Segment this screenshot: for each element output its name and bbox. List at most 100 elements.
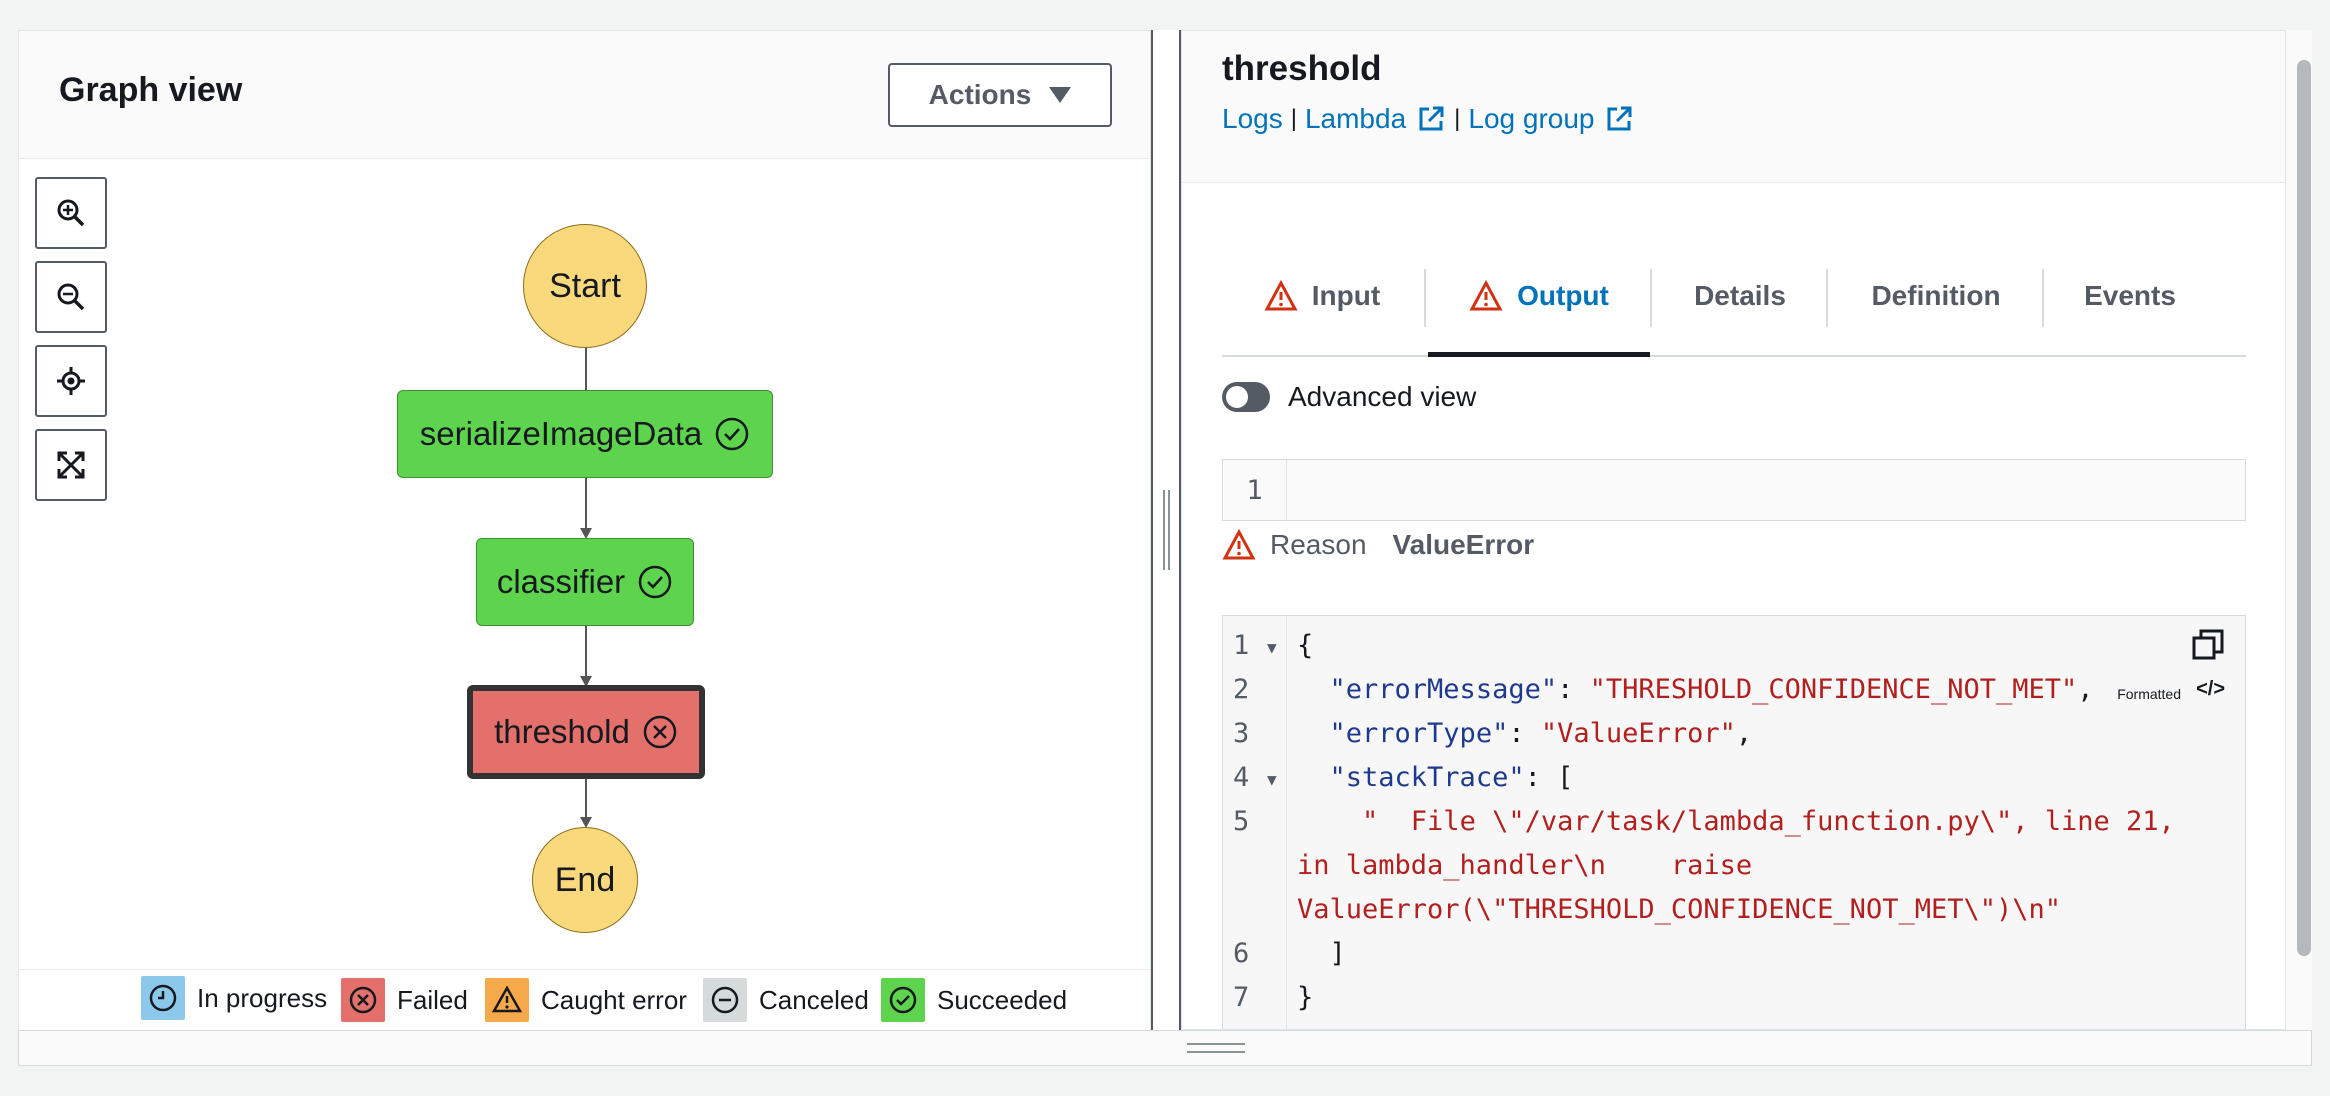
tab-input[interactable]: Input: [1222, 237, 1422, 355]
node-end-label: End: [554, 860, 616, 899]
json-punct: ,: [2077, 674, 2094, 705]
fold-toggle-icon[interactable]: ▼: [1267, 770, 1277, 789]
json-punct: :: [1508, 718, 1541, 749]
node-start-label: Start: [549, 266, 621, 305]
tab-output[interactable]: Output: [1428, 237, 1650, 357]
error-cause-editor[interactable]: 1 ▼ 2 3 4 ▼ 5 6 7 { "errorMessage": "THR…: [1222, 615, 2246, 1029]
code-line: ]: [1297, 938, 1346, 969]
legend-caught-error-label: Caught error: [541, 984, 687, 1015]
caret-down-icon: [1049, 87, 1072, 103]
node-threshold-label: threshold: [494, 713, 630, 750]
json-punct: :: [1557, 674, 1590, 705]
tab-details-label: Details: [1694, 280, 1786, 311]
log-group-link[interactable]: Log group: [1468, 103, 1634, 135]
line-number: 1: [1223, 460, 1287, 520]
state-detail-panel: threshold Logs | Lambda | Log group Inpu…: [1181, 30, 2286, 1030]
line-number: 3: [1233, 718, 1250, 749]
zoom-in-icon: [57, 199, 85, 227]
check-circle-icon: [638, 565, 672, 599]
json-string: "THRESHOLD_CONFIDENCE_NOT_MET": [1589, 674, 2078, 705]
warning-icon: [1264, 280, 1298, 311]
reason-value: ValueError: [1392, 529, 1535, 560]
line-number: 2: [1233, 674, 1250, 705]
graph-header: Graph view Actions: [19, 31, 1150, 159]
node-serialize-image-data[interactable]: serializeImageData: [397, 390, 773, 478]
json-string: " File \"/var/task/lambda_function.py\",…: [1362, 806, 2175, 837]
tab-input-label: Input: [1311, 280, 1381, 311]
advanced-view-toggle[interactable]: [1222, 382, 1270, 412]
graph-title: Graph view: [59, 71, 243, 109]
code-format-icon[interactable]: </>: [2196, 678, 2225, 701]
zoom-in-button[interactable]: [35, 177, 107, 249]
json-key: "errorType": [1329, 718, 1509, 749]
line-number: 5: [1233, 806, 1250, 837]
state-title: threshold: [1222, 49, 1382, 88]
output-editor[interactable]: 1: [1222, 459, 2246, 521]
tab-output-label: Output: [1517, 280, 1609, 311]
warning-icon: [485, 978, 529, 1022]
formatted-label: Formatted: [2117, 686, 2181, 702]
actions-button[interactable]: Actions: [888, 63, 1112, 127]
state-header: threshold Logs | Lambda | Log group: [1182, 31, 2285, 183]
lambda-link[interactable]: Lambda: [1305, 103, 1446, 135]
detail-tabs: Input Output Details Definition Events: [1222, 237, 2246, 357]
splitter-line: [1151, 30, 1153, 1030]
actions-label: Actions: [928, 79, 1032, 110]
node-classifier[interactable]: classifier: [476, 538, 694, 626]
x-circle-icon: [341, 978, 385, 1022]
state-links: Logs | Lambda | Log group: [1222, 103, 1634, 135]
splitter-grip[interactable]: [1168, 490, 1170, 570]
node-end[interactable]: End: [532, 827, 638, 933]
check-circle-icon: [715, 417, 749, 451]
fold-toggle-icon[interactable]: ▼: [1267, 638, 1277, 657]
json-punct: : [: [1524, 762, 1574, 793]
json-key: "errorMessage": [1329, 674, 1558, 705]
node-start[interactable]: Start: [523, 224, 647, 348]
tab-events-label: Events: [2084, 280, 2176, 311]
external-link-icon: [1419, 106, 1444, 131]
tab-details[interactable]: Details: [1652, 237, 1828, 355]
reason-label: Reason: [1270, 529, 1367, 560]
node-classifier-label: classifier: [496, 563, 626, 600]
legend-in-progress-label: In progress: [197, 982, 328, 1013]
code-line: "stackTrace": [: [1297, 762, 1574, 793]
fit-screen-button[interactable]: [35, 429, 107, 501]
splitter-grip[interactable]: [1163, 490, 1165, 570]
code-line: "errorMessage": "THRESHOLD_CONFIDENCE_NO…: [1297, 674, 2094, 705]
graph-panel: Graph view Actions Start serializeImageD…: [18, 30, 1151, 1031]
line-number: 6: [1233, 938, 1250, 969]
logs-link[interactable]: Logs: [1222, 103, 1283, 135]
legend-succeeded: Succeeded: [881, 978, 1067, 1022]
minus-circle-icon: [703, 978, 747, 1022]
legend-canceled: Canceled: [703, 978, 869, 1022]
legend-succeeded-label: Succeeded: [937, 984, 1068, 1015]
lambda-link-label: Lambda: [1304, 103, 1407, 134]
status-legend: In progress Failed Caught error Canceled: [19, 969, 1150, 1031]
editor-gutter: 1 ▼ 2 3 4 ▼ 5 6 7: [1223, 616, 1287, 1029]
external-link-icon: [1607, 106, 1632, 131]
copy-icon[interactable]: [2191, 628, 2225, 662]
bottom-resize-bar[interactable]: [18, 1030, 2312, 1066]
code-line: "errorType": "ValueError",: [1297, 718, 1753, 749]
node-threshold[interactable]: threshold: [467, 685, 705, 779]
resize-grip[interactable]: [1187, 1043, 1245, 1053]
link-separator: |: [1454, 105, 1461, 132]
tab-definition[interactable]: Definition: [1828, 237, 2044, 355]
json-key: "stackTrace": [1329, 762, 1525, 793]
panel-splitter[interactable]: [1151, 30, 1181, 1030]
code-line: ValueError(\"THRESHOLD_CONFIDENCE_NOT_ME…: [1297, 894, 2062, 925]
code-line: {: [1297, 630, 1314, 661]
center-button[interactable]: [35, 345, 107, 417]
link-separator: |: [1290, 105, 1297, 132]
check-circle-icon: [881, 978, 925, 1022]
json-punct: ]: [1329, 938, 1346, 969]
tab-events[interactable]: Events: [2044, 237, 2216, 355]
code-line: in lambda_handler\n raise: [1297, 850, 1753, 881]
zoom-out-button[interactable]: [35, 261, 107, 333]
code-line: }: [1297, 982, 1314, 1013]
tab-divider: [1424, 269, 1426, 327]
scrollbar-thumb[interactable]: [2297, 60, 2311, 956]
legend-in-progress: In progress: [141, 976, 327, 1020]
error-reason: Reason ValueError: [1222, 529, 1534, 561]
json-punct: ,: [1735, 718, 1753, 749]
